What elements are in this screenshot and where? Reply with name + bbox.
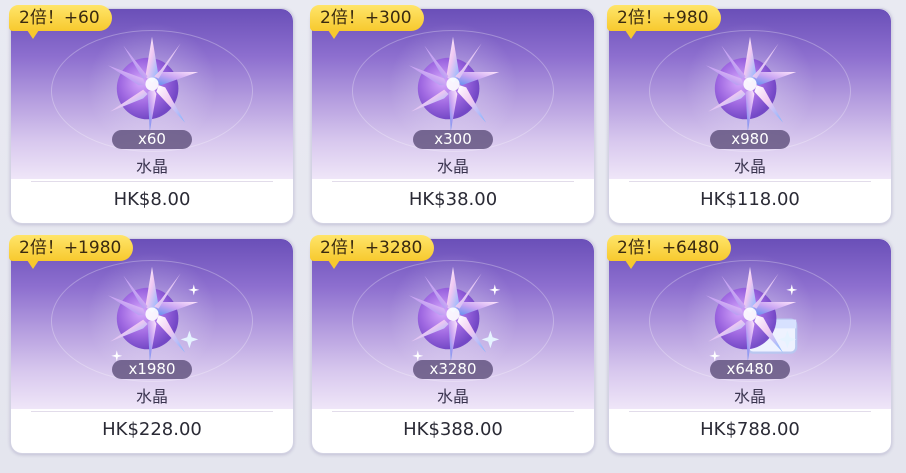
crystal-icon: [108, 36, 199, 132]
divider: [31, 411, 273, 412]
quantity-pill: x300: [413, 130, 493, 149]
price-label: HK$228.00: [102, 419, 202, 440]
price-label: HK$388.00: [403, 419, 503, 440]
item-name: 水晶: [135, 387, 168, 406]
crystal-icon: [706, 36, 797, 132]
price-label: HK$788.00: [700, 419, 800, 440]
price-label: HK$8.00: [113, 189, 191, 210]
shop-item-card[interactable]: 2倍！+6480 x6480 水晶 HK$788.00: [607, 235, 892, 454]
bonus-badge: 2倍！+60: [9, 5, 112, 39]
item-name: 水晶: [733, 387, 766, 406]
quantity-pill: x60: [112, 130, 192, 149]
item-name: 水晶: [436, 387, 469, 406]
item-name: 水晶: [436, 157, 469, 176]
price-label: HK$38.00: [408, 189, 498, 210]
crystal-chest-icon: [706, 266, 798, 362]
bonus-badge: 2倍！+6480: [607, 235, 732, 269]
crystal-icon: [409, 36, 500, 132]
divider: [332, 411, 574, 412]
crystal-cluster-icon: [409, 266, 501, 362]
item-name: 水晶: [733, 157, 766, 176]
bonus-badge: 2倍！+1980: [9, 235, 134, 269]
divider: [629, 181, 871, 182]
shop-item-card[interactable]: 2倍！+300 x300 水晶 HK$38.00: [310, 5, 595, 224]
quantity-pill: x6480: [710, 360, 790, 379]
quantity-pill: x3280: [413, 360, 493, 379]
bonus-badge: 2倍！+980: [607, 5, 721, 39]
quantity-pill: x1980: [112, 360, 192, 379]
shop-item-card[interactable]: 2倍！+1980 x1980 水晶 HK$228.00: [9, 235, 294, 454]
price-label: HK$118.00: [700, 189, 800, 210]
divider: [332, 181, 574, 182]
crystal-cluster-icon: [108, 266, 200, 362]
divider: [31, 181, 273, 182]
item-name: 水晶: [135, 157, 168, 176]
quantity-pill: x980: [710, 130, 790, 149]
bonus-badge: 2倍！+3280: [310, 235, 435, 269]
shop-item-card[interactable]: 2倍！+980 x980 水晶 HK$118.00: [607, 5, 892, 224]
shop-item-card[interactable]: 2倍！+3280 x3280 水晶 HK$388.00: [310, 235, 595, 454]
divider: [629, 411, 871, 412]
shop-item-card[interactable]: 2倍！+60 x60 水晶 HK$8.00: [9, 5, 294, 224]
bonus-badge: 2倍！+300: [310, 5, 424, 39]
